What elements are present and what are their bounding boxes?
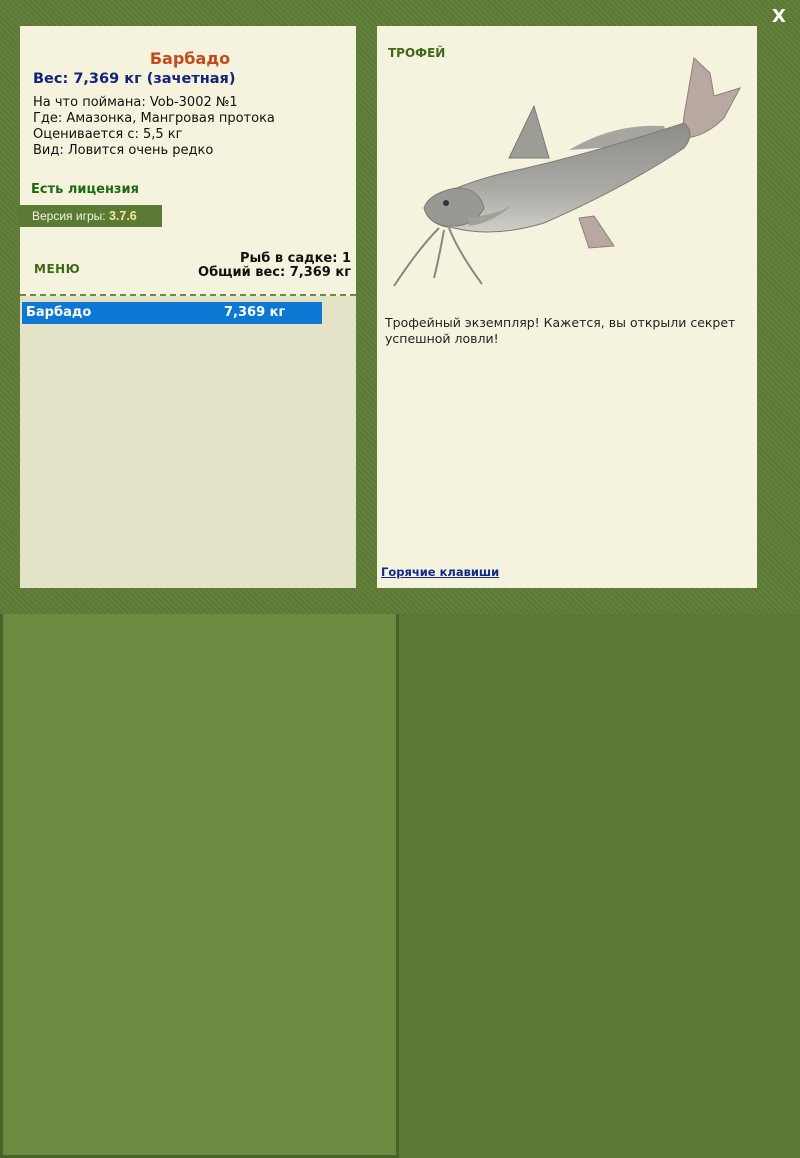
catfish-image [393,57,742,287]
license-status: Есть лицензия [31,182,139,197]
fish-count: Рыб в садке: 1 [239,251,351,266]
keepnet-list-panel [20,296,356,588]
hotkeys-link[interactable]: Горячие клавиши [381,565,499,579]
fish-kind: Вид: Ловится очень редко [33,143,214,158]
trophy-text: Трофейный экземпляр! Кажется, вы открыли… [385,315,736,346]
total-weight: Общий вес: 7,369 кг [198,265,351,280]
divider [20,294,356,296]
caught-with: На что поймана: Vob-3002 №1 [33,95,238,110]
version-prefix: Версия игры: [32,209,106,223]
row-fish-weight: 7,369 кг [224,305,286,320]
keepnet-row[interactable]: Барбадо 7,369 кг [22,302,322,324]
menu-button[interactable]: МЕНЮ [34,262,80,276]
version-number: 3.7.6 [108,209,137,223]
location: Где: Амазонка, Мангровая протока [33,111,275,126]
version-badge: Версия игры: 3.7.6 [18,205,162,227]
row-fish-name: Барбадо [26,305,92,320]
right-frame [0,579,399,1158]
fish-name: Барбадо [149,49,231,68]
fish-weight: Вес: 7,369 кг (зачетная) [33,71,236,87]
valued-from: Оценивается с: 5,5 кг [33,127,183,142]
close-icon[interactable]: X [768,6,790,28]
